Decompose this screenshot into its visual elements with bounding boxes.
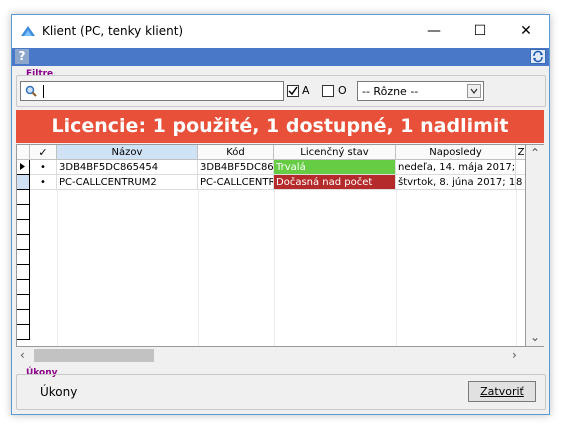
maximize-button[interactable]: ☐ [457,15,503,48]
license-banner: Licencie: 1 použité, 1 dostupné, 1 nadli… [16,110,544,143]
empty-row-indicator [17,220,30,235]
table-row-1-code[interactable]: 3DB4BF5DC865454 [198,160,274,175]
search-icon [25,85,37,97]
column-divider [198,190,199,346]
table-row-1-dot: • [30,160,57,175]
current-row-arrow-icon [20,163,25,170]
actions-group [16,374,546,410]
scroll-right-icon[interactable]: › [512,348,517,362]
empty-row-indicator [17,280,30,295]
table-row-2-dot: • [30,175,57,190]
checkbox-o[interactable] [322,85,334,97]
scroll-left-icon[interactable]: ‹ [20,348,25,362]
table-row-2-z[interactable]: 8 [516,175,525,190]
app-icon [21,26,35,36]
checkbox-o-label: O [338,84,347,97]
header-last[interactable]: Naposledy [396,145,516,160]
table-row-2-last[interactable]: štvrtok, 8. júna 2017; 11: [396,175,516,190]
refresh-icon[interactable] [530,49,546,64]
header-indicator [17,145,30,160]
header-name[interactable]: Názov [57,145,198,160]
checkbox-a[interactable] [287,85,299,97]
vertical-scrollbar[interactable]: ⌃ ⌄ [526,144,544,347]
empty-row-indicator [17,265,30,280]
table-row-1-name[interactable]: 3DB4BF5DC865454 [57,160,198,175]
column-divider [516,190,517,346]
window-title: Klient (PC, tenky klient) [42,24,184,38]
empty-row-indicator [17,325,30,340]
filter-dropdown-value: -- Rôzne -- [362,85,419,98]
row-indicator[interactable] [17,160,30,175]
header-code[interactable]: Kód [198,145,274,160]
table-row-1-z[interactable] [516,160,525,175]
minimize-button[interactable]: — [411,15,457,48]
checkbox-a-label: A [302,84,310,97]
client-window: Klient (PC, tenky klient) — ☐ ✕ ? Filtre… [11,14,550,415]
empty-row-indicator [17,250,30,265]
refresh-arrows-icon [533,50,543,63]
header-z[interactable]: Z [516,145,525,160]
empty-row-indicator [17,205,30,220]
help-button[interactable]: ? [15,49,29,64]
column-divider [396,190,397,346]
empty-row-indicator [17,295,30,310]
title-bar: Klient (PC, tenky klient) — ☐ ✕ [12,15,549,48]
close-window-button[interactable]: ✕ [503,15,549,48]
search-input[interactable] [20,81,284,101]
table-row-2-name[interactable]: PC-CALLCENTRUM2 [57,175,198,190]
actions-label: Úkony [40,385,78,399]
scroll-down-icon[interactable]: ⌄ [530,330,540,344]
header-state[interactable]: Licenčný stav [274,145,396,160]
scroll-up-icon[interactable]: ⌃ [530,146,540,160]
close-button[interactable]: Zatvoriť [468,381,536,402]
column-divider [274,190,275,346]
header-check[interactable]: ✓ [30,145,57,160]
table-row-1-state[interactable]: Trvalá [274,160,396,175]
checkmark-icon [288,86,298,96]
close-button-label: Zatvoriť [480,385,524,398]
client-table[interactable]: ✓ Názov Kód Licenčný stav Naposledy Z • … [16,144,526,347]
chevron-down-icon [467,84,481,98]
row-indicator[interactable] [17,175,30,190]
text-caret [43,85,44,98]
empty-row-indicator [17,190,30,205]
empty-row-indicator [17,310,30,325]
horizontal-scrollbar[interactable]: ‹ › [16,347,526,364]
table-row-2-state[interactable]: Dočasná nad počet [274,175,396,190]
horizontal-scroll-thumb[interactable] [34,349,154,362]
column-divider [57,190,58,346]
toolbar-strip: ? [12,48,549,66]
filter-dropdown[interactable]: -- Rôzne -- [357,81,484,101]
empty-row-indicator [17,235,30,250]
table-row-2-code[interactable]: PC-CALLCENTRUM2 [198,175,274,190]
table-row-1-last[interactable]: nedeľa, 14. mája 2017; 1 [396,160,516,175]
